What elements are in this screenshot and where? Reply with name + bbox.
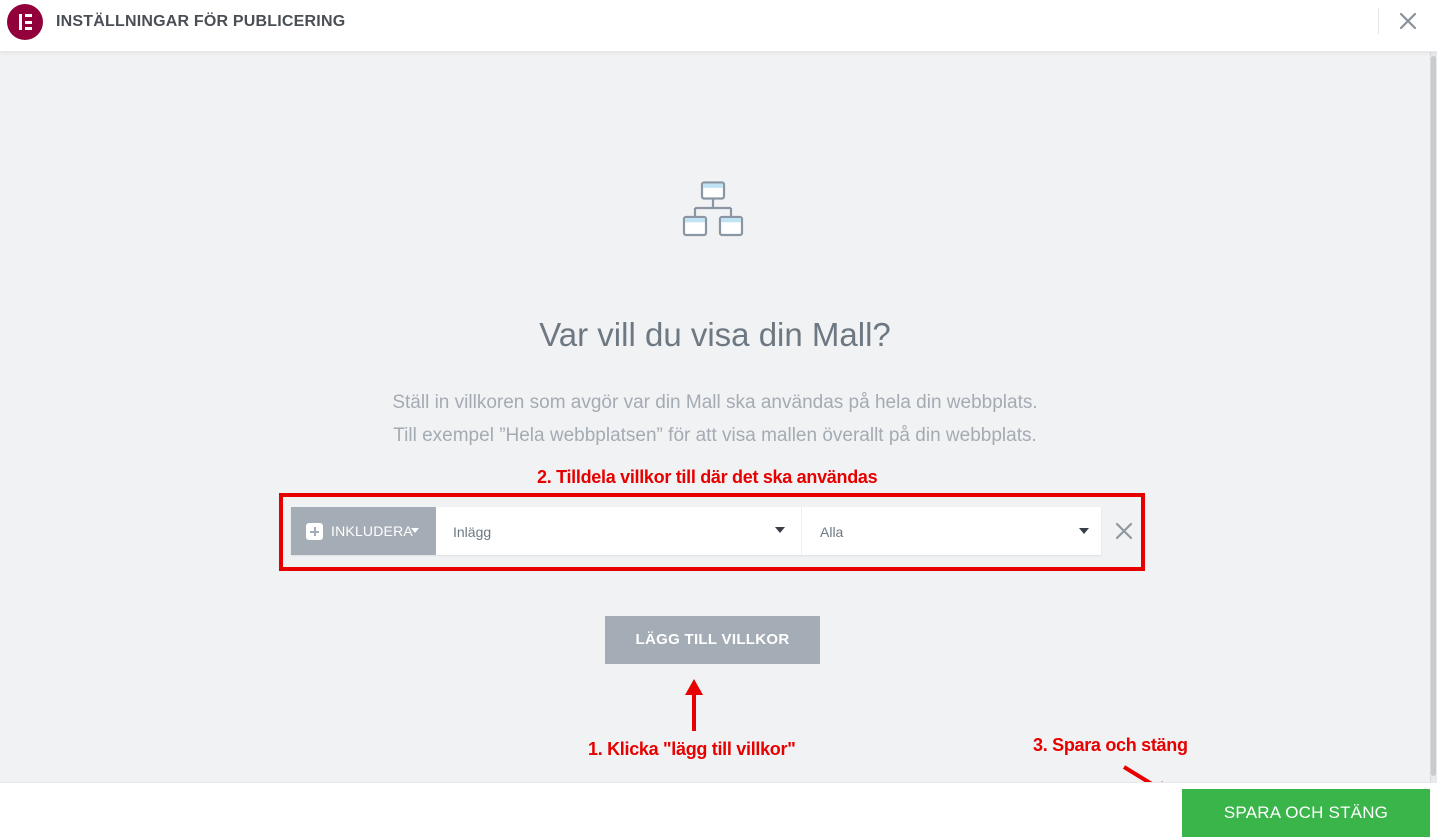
scrollbar-thumb[interactable] xyxy=(1431,56,1436,776)
condition-select-secondary[interactable]: Alla xyxy=(801,507,1101,555)
save-and-close-button[interactable]: SPARA OCH STÄNG xyxy=(1182,789,1430,837)
annotation-step-1: 1. Klicka "lägg till villkor" xyxy=(588,739,796,759)
include-type-label: INKLUDERA xyxy=(331,523,413,539)
page-heading: Var vill du visa din Mall? xyxy=(539,316,891,353)
condition-select-primary[interactable]: Inlägg xyxy=(436,507,801,555)
page-description: Ställ in villkoren som avgör var din Mal… xyxy=(0,386,1430,452)
plus-icon xyxy=(306,523,323,540)
include-type-dropdown[interactable]: INKLUDERA xyxy=(291,507,436,555)
condition-select-secondary-value: Alla xyxy=(820,524,844,540)
condition-select-primary-value: Inlägg xyxy=(453,524,492,540)
arrow-up-annotation-icon xyxy=(682,678,706,732)
caret-down-icon xyxy=(411,528,419,533)
remove-condition-icon[interactable] xyxy=(1113,520,1135,542)
close-icon[interactable] xyxy=(1395,8,1421,34)
modal-header: INSTÄLLNINGAR FÖR PUBLICERING xyxy=(0,0,1437,52)
annotation-step-2: 2. Tilldela villkor till där det ska anv… xyxy=(537,467,878,487)
annotation-step-3: 3. Spara och stäng xyxy=(1033,735,1188,755)
caret-down-icon xyxy=(1079,528,1089,534)
caret-down-icon xyxy=(775,527,785,533)
add-condition-button[interactable]: LÄGG TILL VILLKOR xyxy=(605,616,820,664)
description-line-1: Ställ in villkoren som avgör var din Mal… xyxy=(392,392,1038,413)
sitemap-icon xyxy=(682,181,746,239)
modal-title: INSTÄLLNINGAR FÖR PUBLICERING xyxy=(56,13,346,30)
description-line-2: Till exempel ”Hela webbplatsen” för att … xyxy=(393,425,1037,446)
elementor-logo-icon xyxy=(7,4,43,40)
condition-row: INKLUDERA Inlägg Alla xyxy=(291,507,1101,555)
header-divider xyxy=(1378,8,1379,34)
